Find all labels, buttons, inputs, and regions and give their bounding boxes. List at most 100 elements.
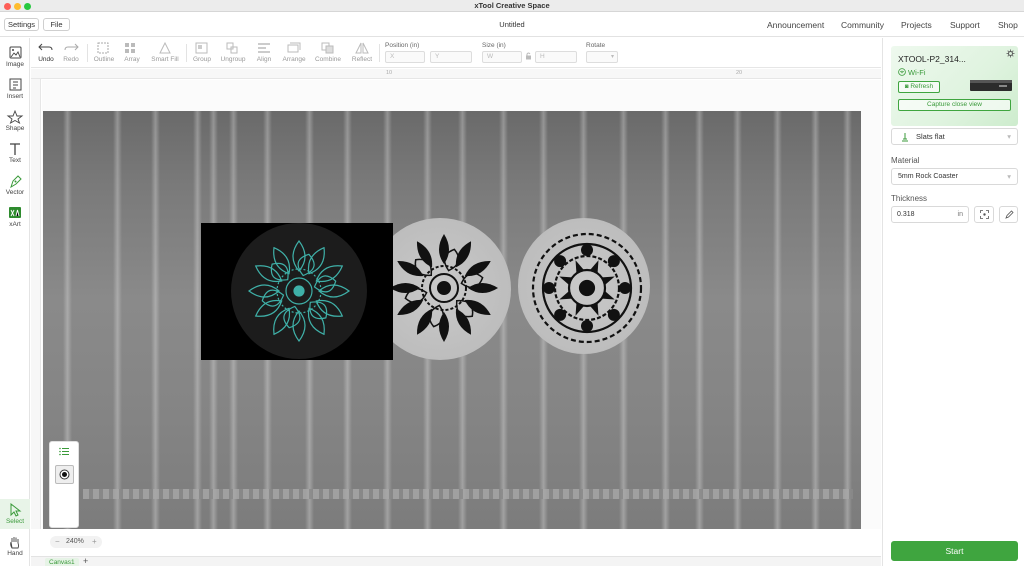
tool-xart[interactable]: xArt bbox=[0, 202, 30, 232]
align-label: Align bbox=[256, 56, 272, 63]
xart-icon bbox=[9, 207, 21, 218]
gear-icon[interactable] bbox=[1006, 49, 1015, 58]
zoom-in-button[interactable]: + bbox=[92, 537, 97, 546]
list-settings-icon[interactable] bbox=[59, 447, 70, 456]
tool-text[interactable]: Text bbox=[0, 138, 30, 168]
nav-shop[interactable]: Shop bbox=[998, 20, 1018, 30]
settings-button[interactable]: Settings bbox=[4, 18, 39, 31]
nav-announcement[interactable]: Announcement bbox=[767, 20, 824, 30]
tool-label: xArt bbox=[9, 221, 21, 228]
zoom-control: − 240% + bbox=[50, 536, 102, 548]
left-toolbar: Image Insert Shape Text Vector xArt Sele… bbox=[0, 38, 30, 566]
device-name[interactable]: XTOOL-P2_314... bbox=[898, 54, 966, 64]
thickness-input[interactable]: 0.318 in bbox=[891, 206, 969, 223]
pen-icon bbox=[10, 175, 22, 188]
traced-image-object[interactable] bbox=[201, 223, 393, 360]
connection-status: Wi-Fi bbox=[908, 68, 926, 77]
arrange-label: Arrange bbox=[282, 56, 306, 63]
outline-icon bbox=[97, 42, 109, 54]
tool-label: Text bbox=[9, 157, 21, 164]
tool-select[interactable]: Select bbox=[0, 499, 30, 529]
wifi-icon bbox=[898, 68, 906, 76]
bed-slat bbox=[811, 111, 820, 529]
reflect-button[interactable]: Reflect bbox=[348, 40, 376, 66]
nav-support[interactable]: Support bbox=[950, 20, 980, 30]
divider bbox=[87, 44, 88, 62]
tool-insert[interactable]: Insert bbox=[0, 74, 30, 104]
nav-community[interactable]: Community bbox=[841, 20, 884, 30]
window-titlebar: xTool Creative Space bbox=[0, 0, 1024, 12]
align-button[interactable]: Align bbox=[252, 40, 276, 66]
arrange-button[interactable]: Arrange bbox=[280, 40, 308, 66]
ungroup-icon bbox=[226, 42, 238, 54]
size-h-input[interactable]: H bbox=[535, 51, 577, 63]
mandala-design-middle[interactable] bbox=[390, 232, 498, 344]
tool-label: Vector bbox=[5, 189, 25, 196]
bed-slat bbox=[695, 111, 704, 529]
traced-mandala bbox=[231, 223, 367, 359]
menu-bar: Settings File Untitled Announcement Comm… bbox=[0, 13, 1024, 37]
tool-label: Hand bbox=[7, 550, 23, 557]
rotate-label: Rotate bbox=[586, 42, 606, 49]
manual-measure-button[interactable] bbox=[999, 206, 1018, 223]
outline-button[interactable]: Outline bbox=[91, 40, 117, 66]
undo-label: Undo bbox=[38, 56, 54, 63]
hand-icon bbox=[10, 537, 19, 549]
material-label: Material bbox=[891, 156, 920, 165]
rotate-dropdown[interactable]: ▾ bbox=[586, 51, 618, 63]
redo-icon bbox=[64, 43, 79, 51]
file-button[interactable]: File bbox=[43, 18, 70, 31]
tool-image[interactable]: Image bbox=[0, 42, 30, 72]
position-x-input[interactable]: X bbox=[385, 51, 425, 63]
group-button[interactable]: Group bbox=[190, 40, 214, 66]
refresh-button[interactable]: ◙ Refresh bbox=[898, 81, 940, 93]
camera-tool-panel bbox=[49, 441, 79, 528]
combine-icon bbox=[321, 42, 334, 54]
redo-button[interactable]: Redo bbox=[60, 40, 82, 66]
array-icon bbox=[125, 43, 135, 53]
bed-slat bbox=[113, 111, 122, 529]
text-icon bbox=[10, 143, 20, 155]
size-w-input[interactable]: W bbox=[482, 51, 522, 63]
bed-slat bbox=[773, 111, 782, 529]
combine-button[interactable]: Combine bbox=[312, 40, 344, 66]
undo-button[interactable]: Undo bbox=[35, 40, 57, 66]
tab-canvas1[interactable]: Canvas1 bbox=[45, 558, 79, 566]
mandala-design-right[interactable] bbox=[530, 232, 644, 344]
chevron-down-icon: ▾ bbox=[610, 54, 614, 60]
capture-close-view-button[interactable]: Capture close view bbox=[898, 99, 1011, 111]
lock-ratio-icon[interactable] bbox=[525, 52, 532, 60]
laser-machine-image bbox=[970, 80, 1012, 91]
focus-icon bbox=[980, 210, 989, 219]
platform-select[interactable]: Slats flat ▾ bbox=[891, 128, 1018, 145]
redo-label: Redo bbox=[63, 56, 79, 63]
tool-label: Insert bbox=[6, 93, 24, 100]
material-value: 5mm Rock Coaster bbox=[898, 173, 958, 180]
position-y-input[interactable]: Y bbox=[430, 51, 472, 63]
tool-shape[interactable]: Shape bbox=[0, 106, 30, 136]
camera-capture-button[interactable] bbox=[55, 465, 74, 484]
tool-hand[interactable]: Hand bbox=[0, 531, 30, 561]
ruler-label: 20 bbox=[736, 70, 743, 76]
ungroup-button[interactable]: Ungroup bbox=[218, 40, 248, 66]
array-button[interactable]: Array bbox=[120, 40, 144, 66]
material-select[interactable]: 5mm Rock Coaster ▾ bbox=[891, 168, 1018, 185]
tool-label: Select bbox=[5, 518, 25, 525]
divider bbox=[379, 44, 380, 62]
ruler-horizontal: 10 20 bbox=[31, 69, 881, 79]
nav-projects[interactable]: Projects bbox=[901, 20, 932, 30]
reflect-label: Reflect bbox=[351, 56, 373, 63]
add-canvas-button[interactable]: + bbox=[83, 556, 88, 566]
record-icon bbox=[59, 469, 70, 480]
refresh-label: Refresh bbox=[910, 83, 934, 90]
image-icon bbox=[9, 46, 22, 59]
camera-icon: ◙ bbox=[904, 84, 909, 90]
ungroup-label: Ungroup bbox=[220, 56, 246, 63]
auto-measure-button[interactable] bbox=[974, 206, 994, 223]
tool-vector[interactable]: Vector bbox=[0, 170, 30, 200]
cursor-icon bbox=[10, 503, 22, 517]
zoom-out-button[interactable]: − bbox=[55, 537, 60, 546]
smart-fill-button[interactable]: Smart Fill bbox=[148, 40, 182, 66]
start-button[interactable]: Start bbox=[891, 541, 1018, 561]
ruler-label: 10 bbox=[386, 70, 393, 76]
